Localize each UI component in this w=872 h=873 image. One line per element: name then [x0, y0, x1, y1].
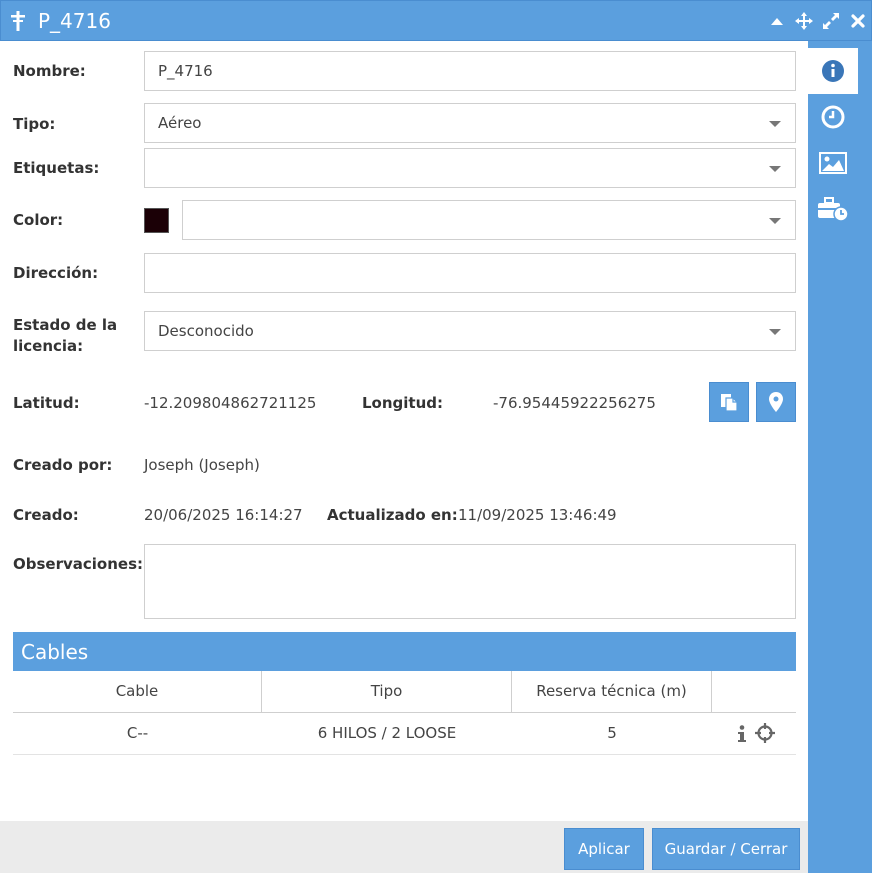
- actualizado-value: 11/09/2025 13:46:49: [458, 506, 617, 524]
- tab-images[interactable]: [808, 140, 858, 186]
- image-icon: [819, 152, 847, 174]
- locate-on-map-button[interactable]: [756, 382, 796, 422]
- map-marker-icon: [769, 392, 783, 412]
- dialog-footer: Aplicar Guardar / Cerrar: [0, 821, 808, 873]
- column-header-cable[interactable]: Cable: [13, 671, 262, 712]
- info-circle-icon: [822, 60, 844, 82]
- cell-tipo: 6 HILOS / 2 LOOSE: [317, 724, 457, 742]
- estado-licencia-select[interactable]: Desconocido: [144, 311, 796, 351]
- tab-history[interactable]: [808, 94, 858, 140]
- color-swatch[interactable]: [144, 208, 169, 233]
- color-select[interactable]: [182, 200, 796, 240]
- nombre-value: P_4716: [158, 62, 213, 80]
- chevron-down-icon: [769, 218, 781, 224]
- chevron-down-icon: [769, 121, 781, 127]
- tipo-label: Tipo:: [13, 115, 56, 133]
- move-button[interactable]: [794, 11, 814, 31]
- tab-info[interactable]: [808, 48, 858, 94]
- apply-button[interactable]: Aplicar: [564, 828, 644, 870]
- longitud-value: -76.95445922256275: [493, 394, 656, 412]
- copy-document-icon: [721, 394, 738, 412]
- telephone-pole-icon: [11, 11, 25, 31]
- window-titlebar[interactable]: P_4716: [0, 0, 872, 41]
- etiquetas-label: Etiquetas:: [13, 159, 100, 177]
- creado-value: 20/06/2025 16:14:27: [144, 506, 303, 524]
- column-header-tipo[interactable]: Tipo: [262, 671, 512, 712]
- creado-por-value: Joseph (Joseph): [144, 456, 260, 474]
- close-icon: [851, 14, 865, 28]
- cables-table-header: Cable Tipo Reserva técnica (m): [13, 671, 796, 713]
- side-tabbar: [808, 41, 872, 873]
- minimize-button[interactable]: [767, 11, 787, 31]
- close-button[interactable]: [848, 11, 868, 31]
- etiquetas-select[interactable]: [144, 148, 796, 188]
- info-icon[interactable]: [737, 725, 747, 743]
- crosshair-icon[interactable]: [755, 723, 775, 743]
- toolbox-clock-icon: [818, 197, 849, 222]
- observaciones-label: Observaciones:: [13, 555, 144, 573]
- chevron-down-icon: [769, 166, 781, 172]
- save-close-button[interactable]: Guardar / Cerrar: [652, 828, 800, 870]
- latitud-label: Latitud:: [13, 394, 80, 412]
- cables-section-header: Cables: [13, 632, 796, 671]
- move-arrows-icon: [795, 12, 813, 30]
- tipo-value: Aéreo: [158, 114, 202, 132]
- tipo-select[interactable]: Aéreo: [144, 103, 796, 143]
- copy-coordinates-button[interactable]: [709, 382, 749, 422]
- creado-por-label: Creado por:: [13, 456, 113, 474]
- chevron-up-icon: [771, 18, 783, 25]
- window-title: P_4716: [38, 9, 111, 33]
- longitud-label: Longitud:: [362, 394, 444, 412]
- direccion-label: Dirección:: [13, 264, 99, 282]
- clock-icon: [821, 105, 845, 129]
- latitud-value: -12.209804862721125: [144, 394, 317, 412]
- creado-label: Creado:: [13, 506, 79, 524]
- color-label: Color:: [13, 211, 64, 229]
- cell-cable: C--: [126, 724, 149, 742]
- chevron-down-icon: [769, 329, 781, 335]
- direccion-input[interactable]: [144, 253, 796, 293]
- maximize-button[interactable]: [821, 11, 841, 31]
- tab-tools[interactable]: [808, 186, 858, 232]
- observaciones-textarea[interactable]: [144, 544, 796, 619]
- actualizado-label: Actualizado en:: [327, 506, 458, 524]
- estado-label-line1: Estado de la: [13, 316, 118, 334]
- nombre-label: Nombre:: [13, 62, 86, 80]
- expand-icon: [823, 13, 839, 29]
- column-header-reserva[interactable]: Reserva técnica (m): [512, 671, 712, 712]
- column-header-actions: [712, 671, 796, 712]
- cell-reserva: 5: [607, 724, 617, 742]
- estado-label-line2: licencia:: [13, 337, 84, 355]
- estado-value: Desconocido: [158, 322, 254, 340]
- cables-title: Cables: [21, 640, 89, 664]
- table-row: C-- 6 HILOS / 2 LOOSE 5: [13, 713, 796, 755]
- nombre-input[interactable]: P_4716: [144, 51, 796, 91]
